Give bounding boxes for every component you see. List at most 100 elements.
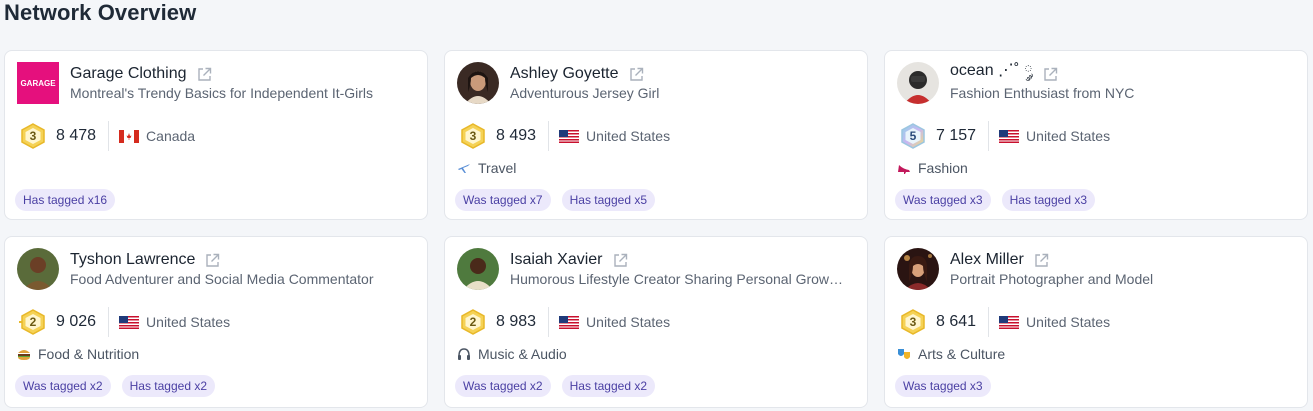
category-label: Fashion <box>918 160 968 176</box>
creator-name: Tyshon Lawrence <box>70 251 196 268</box>
high-heel-icon <box>897 161 911 175</box>
user-avatar <box>457 62 499 104</box>
tag-chip[interactable]: Was tagged x2 <box>455 375 551 397</box>
category-label: Food & Nutrition <box>38 346 140 362</box>
category: Food & Nutrition <box>17 346 139 362</box>
tag-list: Has tagged x16 <box>15 189 116 211</box>
follower-count: 8 641 <box>936 307 990 337</box>
country: United States <box>999 314 1110 330</box>
creator-bio: Portrait Photographer and Model <box>950 271 1154 287</box>
page-title: Network Overview <box>4 0 197 25</box>
us-flag-icon <box>559 315 580 329</box>
us-flag-icon <box>999 315 1020 329</box>
level-number: 5 <box>909 129 917 143</box>
creator-card[interactable]: Isaiah Xavier Humorous Lifestyle Creator… <box>444 236 868 408</box>
level-badge: 2 <box>459 308 487 336</box>
creator-card[interactable]: Tyshon Lawrence Food Adventurer and Soci… <box>4 236 428 408</box>
country-name: United States <box>146 314 231 330</box>
creator-name: Alex Miller <box>950 251 1024 268</box>
tag-chip[interactable]: Has tagged x3 <box>1001 189 1095 211</box>
stats-row: 3 8 641 United States <box>899 307 1110 337</box>
external-link-icon[interactable] <box>612 252 629 269</box>
user-avatar <box>897 62 939 104</box>
country: United States <box>559 128 670 144</box>
level-number: 3 <box>469 129 477 143</box>
external-link-icon[interactable] <box>1033 252 1050 269</box>
tag-list: Was tagged x2 Has tagged x2 <box>15 375 215 397</box>
country: United States <box>119 314 230 330</box>
stats-row: 5 7 157 United States <box>899 121 1110 151</box>
country-name: Canada <box>146 128 196 144</box>
network-overview-page: Network Overview GARAGE Garage Clothing … <box>0 0 1313 411</box>
follower-count: 8 493 <box>496 121 550 151</box>
tag-chip[interactable]: Was tagged x3 <box>895 189 991 211</box>
level-number: 2 <box>29 315 37 329</box>
stats-row: 3 8 478 Canada <box>19 121 195 151</box>
user-avatar <box>457 248 499 290</box>
category: Travel <box>457 160 516 176</box>
external-link-icon[interactable] <box>628 66 645 83</box>
airplane-icon <box>457 161 471 175</box>
creator-card[interactable]: Ashley Goyette Adventurous Jersey Girl 3… <box>444 50 868 220</box>
creator-card[interactable]: Alex Miller Portrait Photographer and Mo… <box>884 236 1308 408</box>
category-label: Travel <box>478 160 517 176</box>
tag-chip[interactable]: Has tagged x2 <box>121 375 215 397</box>
creator-bio: Food Adventurer and Social Media Comment… <box>70 271 374 287</box>
follower-count: 7 157 <box>936 121 990 151</box>
level-badge: 3 <box>899 308 927 336</box>
user-avatar <box>17 248 59 290</box>
tag-chip[interactable]: Was tagged x3 <box>895 375 991 397</box>
stats-row: 2 8 983 United States <box>459 307 670 337</box>
theater-masks-icon <box>897 347 911 361</box>
creator-bio: Humorous Lifestyle Creator Sharing Perso… <box>510 271 844 287</box>
tag-chip[interactable]: Has tagged x16 <box>15 189 116 211</box>
level-number: 3 <box>909 315 917 329</box>
creator-card[interactable]: ocean ⋰˚ ༘ Fashion Enthusiast from NYC 5… <box>884 50 1308 220</box>
country: United States <box>999 128 1110 144</box>
tag-chip[interactable]: Was tagged x7 <box>455 189 551 211</box>
brand-logo-text: GARAGE <box>20 79 56 88</box>
creator-bio: Fashion Enthusiast from NYC <box>950 85 1135 101</box>
canada-flag-icon <box>119 129 140 143</box>
external-link-icon[interactable] <box>196 66 213 83</box>
us-flag-icon <box>119 315 140 329</box>
country-name: United States <box>1026 314 1111 330</box>
follower-count: 8 983 <box>496 307 550 337</box>
stats-row: 3 8 493 United States <box>459 121 670 151</box>
us-flag-icon <box>999 129 1020 143</box>
tag-list: Was tagged x3 <box>895 375 991 397</box>
creator-name: Ashley Goyette <box>510 65 619 82</box>
category-label: Arts & Culture <box>918 346 1006 362</box>
category: Arts & Culture <box>897 346 1005 362</box>
burger-icon <box>17 347 31 361</box>
us-flag-icon <box>559 129 580 143</box>
level-badge: 3 <box>459 122 487 150</box>
creator-bio: Montreal's Trendy Basics for Independent… <box>70 85 374 101</box>
country-name: United States <box>1026 128 1111 144</box>
country: United States <box>559 314 670 330</box>
tag-list: Was tagged x3 Has tagged x3 <box>895 189 1095 211</box>
tag-chip[interactable]: Was tagged x2 <box>15 375 111 397</box>
level-number: 3 <box>29 129 37 143</box>
brand-logo-avatar: GARAGE <box>17 62 59 104</box>
level-badge: 3 <box>19 122 47 150</box>
external-link-icon[interactable] <box>204 252 221 269</box>
creator-name: Isaiah Xavier <box>510 251 603 268</box>
follower-count: 9 026 <box>56 307 110 337</box>
level-badge: 5 <box>899 122 927 150</box>
category: Fashion <box>897 160 968 176</box>
tag-chip[interactable]: Has tagged x5 <box>561 189 655 211</box>
user-avatar <box>897 248 939 290</box>
level-number: 2 <box>469 315 477 329</box>
country: Canada <box>119 128 195 144</box>
country-name: United States <box>586 314 671 330</box>
headphones-icon <box>457 347 471 361</box>
category-label: Music & Audio <box>478 346 567 362</box>
tag-chip[interactable]: Has tagged x2 <box>561 375 655 397</box>
creator-card[interactable]: GARAGE Garage Clothing Montreal's Trendy… <box>4 50 428 220</box>
external-link-icon[interactable] <box>1042 66 1059 83</box>
country-name: United States <box>586 128 671 144</box>
creator-bio: Adventurous Jersey Girl <box>510 85 660 101</box>
follower-count: 8 478 <box>56 121 110 151</box>
creator-card-grid: GARAGE Garage Clothing Montreal's Trendy… <box>4 50 1308 408</box>
